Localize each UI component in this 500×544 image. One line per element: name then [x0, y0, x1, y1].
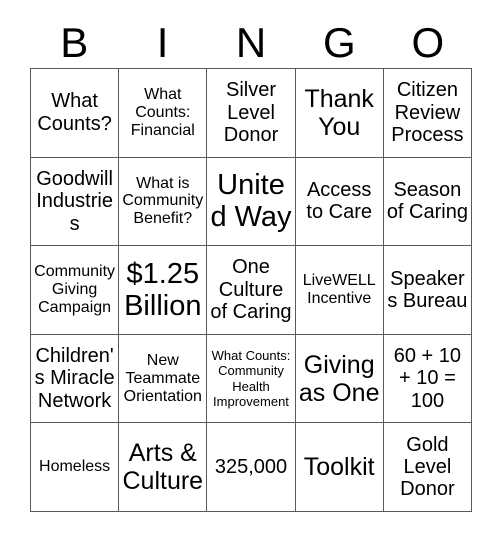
bingo-cell-text: Toolkit — [303, 453, 375, 482]
header-letter-b: B — [60, 19, 89, 66]
header-letter-o: O — [411, 19, 445, 66]
header-letter-g: G — [323, 19, 356, 66]
bingo-cell-g4[interactable]: Giving as One — [295, 334, 384, 424]
bingo-cell-i3[interactable]: $1.25 Billion — [119, 246, 208, 335]
bingo-cell-text: Community Giving Campaign — [34, 263, 116, 316]
bingo-cell-i2[interactable]: What is Community Benefit? — [119, 157, 208, 247]
bingo-cell-g2[interactable]: Access to Care — [295, 157, 384, 247]
bingo-cell-text: $1.25 Billion — [124, 257, 202, 322]
bingo-cell-text: 325,000 — [214, 455, 288, 478]
bingo-cell-g5[interactable]: Toolkit — [295, 423, 384, 512]
bingo-cell-o1[interactable]: Citizen Review Process — [383, 69, 472, 158]
bingo-cell-n5[interactable]: 325,000 — [207, 423, 296, 512]
bingo-cell-g3[interactable]: LiveWELL Incentive — [295, 246, 384, 335]
bingo-cell-text: Season of Caring — [386, 179, 468, 224]
bingo-cell-text: Giving as One — [298, 350, 380, 407]
bingo-cell-n3[interactable]: One Culture of Caring — [207, 246, 296, 335]
bingo-cell-text: What Counts: Community Health Improvemen… — [211, 347, 291, 409]
bingo-cell-i5[interactable]: Arts & Culture — [119, 423, 208, 512]
bingo-cell-b5[interactable]: Homeless — [31, 423, 120, 512]
bingo-cell-text: Silver Level Donor — [223, 79, 279, 146]
bingo-cell-o2[interactable]: Season of Caring — [383, 157, 472, 247]
bingo-cell-text: Thank You — [304, 84, 374, 141]
bingo-card: B I N G O What Counts? What Counts: Fina… — [0, 0, 500, 544]
bingo-grid: What Counts? What Counts: Financial Silv… — [30, 68, 472, 512]
bingo-cell-text: Goodwill Industries — [36, 167, 113, 235]
bingo-cell-text: LiveWELL Incentive — [302, 272, 376, 307]
bingo-cell-o3[interactable]: Speakers Bureau — [383, 246, 472, 335]
bingo-cell-o5[interactable]: Gold Level Donor — [383, 423, 472, 512]
header-letter-i: I — [156, 19, 169, 66]
bingo-cell-n2[interactable]: United Way — [207, 157, 296, 247]
bingo-cell-n1[interactable]: Silver Level Donor — [207, 69, 296, 158]
bingo-cell-n4[interactable]: What Counts: Community Health Improvemen… — [207, 334, 296, 424]
bingo-cell-text: New Teammate Orientation — [123, 351, 202, 405]
bingo-cell-text: What Counts: Financial — [130, 85, 195, 139]
bingo-cell-i4[interactable]: New Teammate Orientation — [119, 334, 208, 424]
bingo-cell-text: Children's Miracle Network — [34, 345, 115, 412]
bingo-cell-text: Access to Care — [306, 179, 372, 224]
bingo-cell-text: United Way — [210, 168, 292, 234]
header-letter-n: N — [235, 19, 267, 66]
bingo-cell-text: One Culture of Caring — [210, 256, 292, 324]
bingo-cell-b4[interactable]: Children's Miracle Network — [31, 334, 120, 424]
bingo-cell-b2[interactable]: Goodwill Industries — [31, 157, 120, 247]
bingo-header-row: B I N G O — [30, 18, 472, 68]
bingo-cell-b3[interactable]: Community Giving Campaign — [31, 246, 120, 335]
bingo-cell-text: What Counts? — [37, 90, 112, 135]
bingo-cell-b1[interactable]: What Counts? — [31, 69, 120, 158]
bingo-cell-text: Gold Level Donor — [400, 433, 455, 501]
bingo-cell-text: Citizen Review Process — [391, 79, 464, 146]
bingo-cell-text: Arts & Culture — [122, 439, 204, 496]
bingo-cell-i1[interactable]: What Counts: Financial — [119, 69, 208, 158]
bingo-cell-o4[interactable]: 60 + 10 + 10 = 100 — [383, 334, 472, 424]
bingo-cell-text: What is Community Benefit? — [122, 174, 204, 228]
bingo-cell-g1[interactable]: Thank You — [295, 69, 384, 158]
bingo-cell-text: 60 + 10 + 10 = 100 — [393, 345, 462, 412]
bingo-cell-text: Speakers Bureau — [387, 267, 468, 312]
bingo-cell-text: Homeless — [39, 458, 111, 476]
